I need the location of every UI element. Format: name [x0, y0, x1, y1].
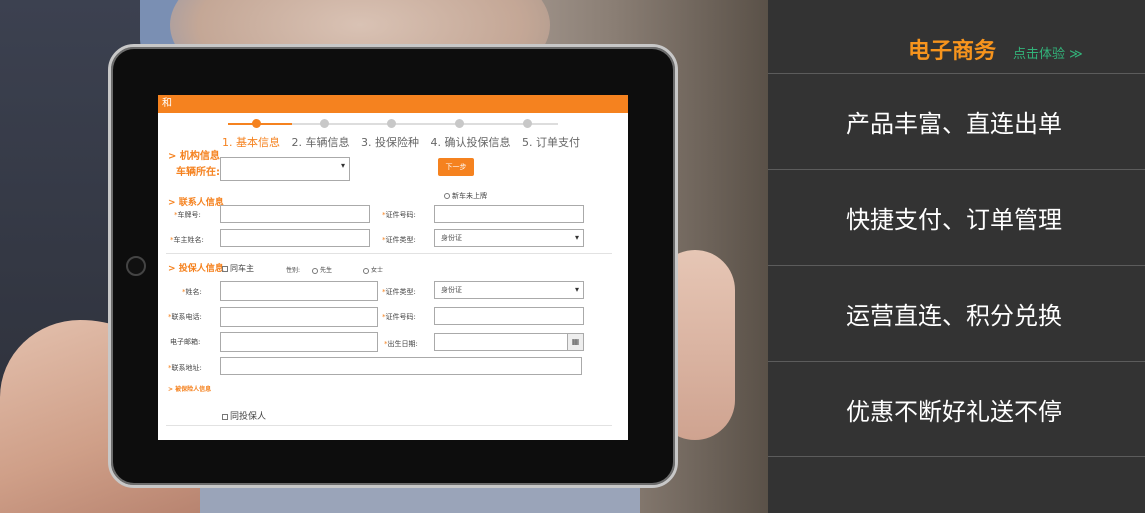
email-input[interactable] [220, 332, 378, 352]
gender-male-radio[interactable]: 先生 [312, 265, 332, 274]
phone-input[interactable] [220, 307, 378, 327]
new-vehicle-option[interactable]: 新车未上牌 [444, 191, 487, 201]
step-vehicle-info[interactable]: 2. 车辆信息 [292, 136, 350, 149]
vehicle-location-select[interactable] [220, 157, 350, 181]
feature-item-3: 运营直连、积分兑换 [768, 265, 1145, 361]
gender-label: 性别: [286, 267, 301, 274]
bottom-divider [166, 425, 612, 426]
feature-item-4: 优惠不断好礼送不停 [768, 361, 1145, 457]
step-coverage[interactable]: 3. 投保险种 [361, 136, 419, 149]
birth-label: *出生日期: [384, 340, 418, 348]
id-number-label: *证件号码: [382, 211, 416, 219]
insured-id-type-select[interactable]: 身份证 [434, 281, 584, 299]
brand-title: 电子商务 [908, 39, 997, 64]
calendar-icon[interactable]: ▦ [567, 334, 583, 350]
id-number-input[interactable] [434, 205, 584, 223]
tablet-screen: 和 1. 基本信息 2. 车辆信息 3. 投保险种 4. 确认投保信息 5. 订… [158, 95, 628, 440]
form-topbar: 和 [158, 95, 628, 113]
plate-label: *车牌号: [174, 211, 201, 219]
id-type-label: *证件类型: [382, 236, 416, 244]
try-now-link[interactable]: 点击体验 ≫ [1013, 43, 1083, 62]
phone-label: *联系电话: [168, 313, 202, 321]
insured-section-title: > 投保人信息 [168, 264, 224, 274]
name-label: *姓名: [182, 288, 202, 296]
same-as-applicant-checkbox[interactable]: 同投保人 [222, 409, 266, 422]
step-dot-2 [320, 119, 329, 128]
next-button[interactable]: 下一步 [438, 158, 474, 176]
id-type-select[interactable]: 身份证 [434, 229, 584, 247]
step-labels: 1. 基本信息 2. 车辆信息 3. 投保险种 4. 确认投保信息 5. 订单支… [222, 134, 588, 150]
step-dot-1 [252, 119, 261, 128]
address-label: *联系地址: [168, 364, 202, 372]
step-basic-info[interactable]: 1. 基本信息 [222, 136, 280, 149]
home-button-icon [126, 256, 146, 276]
feature-item-1: 产品丰富、直连出单 [768, 73, 1145, 169]
step-dot-5 [523, 119, 532, 128]
org-section-title: > 机构信息 [168, 151, 220, 162]
email-label: 电子邮箱: [170, 338, 201, 346]
vehicle-location-label: 车辆所在: [176, 167, 220, 178]
contact-section-title: > 联系人信息 [168, 198, 224, 208]
step-payment[interactable]: 5. 订单支付 [522, 136, 580, 149]
address-input[interactable] [220, 357, 582, 375]
same-as-owner-checkbox[interactable]: 同车主 [222, 263, 254, 274]
section-divider [166, 253, 612, 254]
step-dot-4 [455, 119, 464, 128]
plate-input[interactable] [220, 205, 370, 223]
gender-female-radio[interactable]: 女士 [363, 265, 383, 274]
feature-panel: 电子商务 点击体验 ≫ 产品丰富、直连出单 快捷支付、订单管理 运营直连、积分兑… [768, 0, 1145, 513]
hero-photo: 和 1. 基本信息 2. 车辆信息 3. 投保险种 4. 确认投保信息 5. 订… [0, 0, 768, 513]
insured-id-number-input[interactable] [434, 307, 584, 325]
step-dot-3 [387, 119, 396, 128]
birth-input[interactable]: ▦ [434, 333, 584, 351]
insured-id-number-label: *证件号码: [382, 313, 416, 321]
owner-name-label: *车主姓名: [170, 236, 204, 244]
tablet-device: 和 1. 基本信息 2. 车辆信息 3. 投保险种 4. 确认投保信息 5. 订… [108, 44, 678, 488]
feature-item-2: 快捷支付、订单管理 [768, 169, 1145, 265]
owner-name-input[interactable] [220, 229, 370, 247]
beneficiary-section-title: > 被保险人信息 [168, 386, 212, 393]
insured-id-type-label: *证件类型: [382, 288, 416, 296]
name-input[interactable] [220, 281, 378, 301]
step-confirm[interactable]: 4. 确认投保信息 [431, 136, 511, 149]
